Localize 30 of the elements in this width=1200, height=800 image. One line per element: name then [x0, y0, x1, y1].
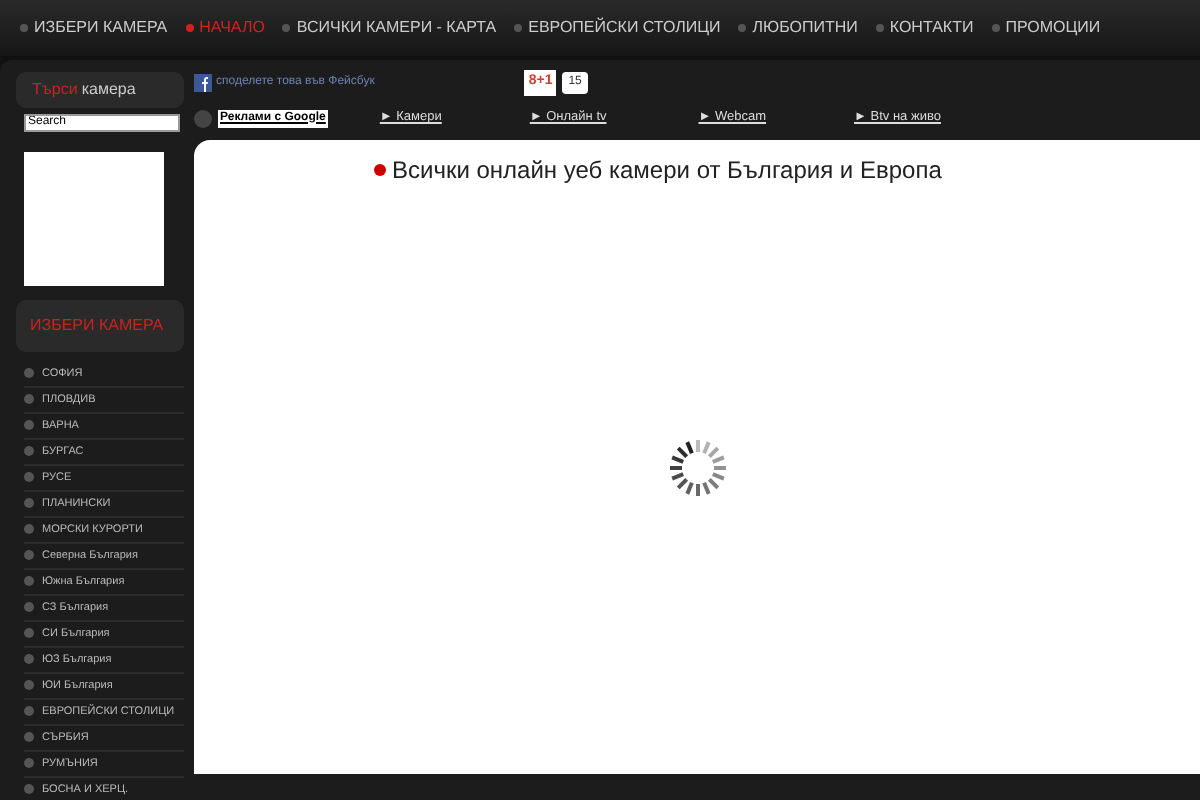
bullet-icon: [24, 602, 34, 612]
bullet-icon: [24, 706, 34, 716]
nav-link[interactable]: ЕВРОПЕЙСКИ СТОЛИЦИ: [514, 16, 721, 40]
menu-heading: ИЗБЕРИ КАМЕРА: [16, 300, 184, 352]
bullet-icon: [24, 732, 34, 742]
page-title: Всички онлайн уеб камери от България и Европа: [392, 154, 942, 188]
nav-link[interactable]: ЛЮБОПИТНИ: [738, 16, 858, 40]
bullet-icon: [24, 368, 34, 378]
bullet-icon: [24, 628, 34, 638]
bullet-icon: [24, 550, 34, 560]
ad-block: [24, 151, 164, 287]
bullet-icon: [374, 164, 386, 176]
bullet-icon: [24, 576, 34, 586]
bullet-icon: [24, 524, 34, 534]
bullet-icon: [24, 446, 34, 456]
nav-link[interactable]: ИЗБЕРИ КАМЕРА: [20, 16, 168, 40]
bullet-icon: [24, 680, 34, 690]
nav-link[interactable]: ВСИЧКИ КАМЕРИ - КАРТА: [282, 16, 497, 40]
bullet-icon: [24, 472, 34, 482]
bullet-icon: [24, 758, 34, 768]
nav-link[interactable]: КОНТАКТИ: [875, 16, 974, 40]
search-heading: Търси камера: [16, 72, 184, 108]
bullet-icon: [24, 420, 34, 430]
bullet-icon: [24, 654, 34, 664]
bullet-icon: [24, 784, 34, 794]
bullet-icon: [24, 498, 34, 508]
loading-spinner-icon: [666, 436, 730, 500]
bullet-icon: [24, 394, 34, 404]
nav-link[interactable]: ПРОМОЦИИ: [991, 16, 1101, 40]
facebook-icon: [194, 73, 212, 91]
